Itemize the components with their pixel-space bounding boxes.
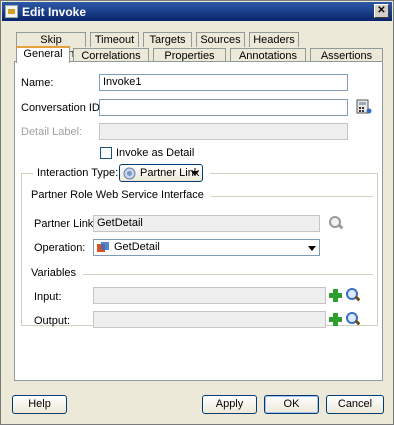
input-field[interactable]	[93, 287, 326, 304]
close-button[interactable]: ✕	[374, 4, 389, 18]
name-field[interactable]: Invoke1	[99, 74, 348, 91]
calculator-icon[interactable]	[356, 99, 372, 115]
operation-dropdown[interactable]: GetDetail	[93, 239, 320, 256]
partner-link-field[interactable]: GetDetail	[93, 215, 320, 232]
operation-label: Operation:	[34, 242, 86, 254]
input-search-icon[interactable]	[346, 288, 360, 302]
interaction-group-line-left	[21, 173, 33, 174]
tab-sources[interactable]: Sources	[196, 32, 245, 47]
dialog-icon	[5, 5, 18, 18]
partner-link-label: Partner Link:	[34, 218, 97, 230]
variables-section-title: Variables	[31, 267, 77, 279]
operation-icon	[97, 242, 109, 254]
detail-label-label: Detail Label:	[21, 126, 83, 138]
tab-timeout[interactable]: Timeout	[90, 32, 139, 47]
tab-skip-condition[interactable]: Skip Condition	[16, 32, 86, 60]
partner-role-section-title: Partner Role Web Service Interface	[31, 189, 204, 201]
partner-link-icon	[123, 167, 136, 180]
interaction-group-line-right	[210, 173, 378, 174]
conversation-id-field[interactable]	[99, 99, 348, 116]
interaction-type-dropdown[interactable]: Partner Link	[119, 164, 203, 182]
conversation-id-label: Conversation ID:	[21, 102, 103, 114]
tab-targets[interactable]: Targets	[143, 32, 192, 47]
chevron-down-icon	[308, 246, 316, 251]
chevron-down-icon	[191, 171, 199, 176]
output-label: Output:	[34, 315, 71, 327]
output-search-icon[interactable]	[346, 312, 360, 326]
input-label: Input:	[34, 291, 62, 303]
invoke-as-detail-label: Invoke as Detail	[116, 147, 195, 159]
dialog-title: Edit Invoke	[22, 5, 87, 19]
name-label: Name:	[21, 77, 54, 89]
cancel-button[interactable]: Cancel	[326, 395, 384, 414]
interaction-type-label: Interaction Type:	[37, 167, 119, 179]
variables-divider	[83, 274, 373, 275]
edit-invoke-dialog: Edit Invoke ✕ Skip Condition Timeout Tar…	[0, 0, 394, 425]
tab-headers[interactable]: Headers	[249, 32, 299, 47]
ok-button[interactable]: OK	[264, 395, 319, 414]
apply-button[interactable]: Apply	[202, 395, 257, 414]
partner-role-divider	[211, 196, 373, 197]
add-output-icon[interactable]	[329, 313, 342, 326]
partner-link-search-icon[interactable]	[329, 216, 343, 230]
detail-label-field[interactable]	[99, 123, 348, 140]
operation-value: GetDetail	[114, 241, 160, 253]
invoke-as-detail-checkbox[interactable]	[100, 147, 112, 159]
title-bar[interactable]: Edit Invoke ✕	[2, 2, 392, 21]
general-tab-panel: Name: Invoke1 Conversation ID: Detail La…	[14, 61, 383, 381]
output-field[interactable]	[93, 311, 326, 328]
help-button[interactable]: Help	[12, 395, 67, 414]
add-input-icon[interactable]	[329, 289, 342, 302]
tab-general[interactable]: General	[16, 46, 70, 63]
